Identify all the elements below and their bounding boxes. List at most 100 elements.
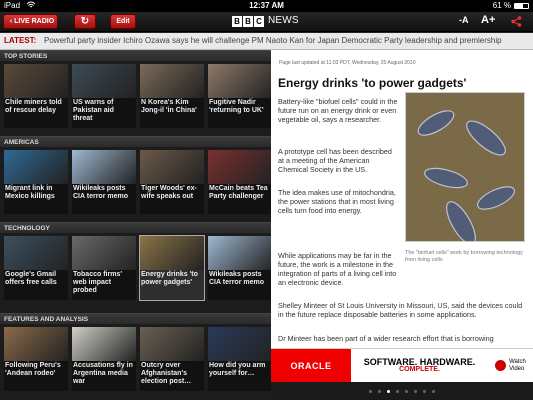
story-tile[interactable]: US warns of Pakistan aid threat xyxy=(72,64,136,128)
section-features: FEATURES AND ANALYSIS Following Peru's '… xyxy=(0,313,272,394)
ad-subline: COMPLETE. xyxy=(399,365,440,373)
story-tile[interactable]: How did you arm yourself for… xyxy=(208,327,272,391)
article-paragraph: Dr Minteer has been part of a wider rese… xyxy=(278,334,494,343)
story-caption: Fugitive Nadir 'returning to UK' xyxy=(209,99,264,114)
article-paragraph: The idea makes use of mitochondria, the … xyxy=(278,188,396,215)
story-tile[interactable]: Fugitive Nadir 'returning to UK' xyxy=(208,64,272,128)
battery-percent: 61 % xyxy=(492,1,511,10)
live-radio-button[interactable]: ‹ LIVE RADIO xyxy=(3,14,58,29)
page-dot[interactable] xyxy=(369,389,372,393)
latest-ticker[interactable]: LATEST: Powerful party insider Ichiro Oz… xyxy=(0,33,533,50)
oracle-logo: ORACLE xyxy=(271,348,351,383)
article-paragraph: Battery-like "biofuel cells" could in th… xyxy=(278,97,398,124)
story-thumbnail xyxy=(72,150,136,184)
page-dot[interactable] xyxy=(396,389,399,393)
clock: 12:37 AM xyxy=(249,1,284,10)
story-thumbnail xyxy=(208,64,272,98)
page-dot[interactable] xyxy=(423,389,426,393)
story-thumbnail xyxy=(140,64,204,98)
watch-label: Watch xyxy=(509,358,526,365)
section-title: AMERICAS xyxy=(0,136,271,147)
section-top-stories: TOP STORIES Chile miners told of rescue … xyxy=(0,50,272,131)
story-thumbnail xyxy=(140,327,204,361)
story-tile[interactable]: N Korea's Kim Jong-il 'in China' xyxy=(140,64,204,128)
page-dot[interactable] xyxy=(432,389,435,393)
article-title: Energy drinks 'to power gadgets' xyxy=(278,76,467,90)
story-thumbnail xyxy=(72,327,136,361)
story-tile[interactable]: Wikileaks posts CIA terror memo xyxy=(208,236,272,300)
refresh-button[interactable]: ↻ xyxy=(74,14,96,29)
ticker-text[interactable]: Powerful party insider Ichiro Ozawa says… xyxy=(44,36,502,45)
section-technology: TECHNOLOGY Google's Gmail offers free ca… xyxy=(0,222,272,303)
article-paragraph: A prototype cell has been described at a… xyxy=(278,147,392,174)
section-title: TECHNOLOGY xyxy=(0,222,271,233)
story-caption: Tobacco firms' web impact probed xyxy=(73,271,122,294)
toolbar: ‹ LIVE RADIO ↻ Edit B B C NEWS -A A+ xyxy=(0,12,533,32)
story-caption: Tiger Woods' ex-wife speaks out xyxy=(141,185,197,200)
story-tile[interactable]: Following Peru's 'Andean rodeo' xyxy=(4,327,68,391)
story-caption: McCain beats Tea Party challenger xyxy=(209,185,268,200)
story-thumbnail xyxy=(140,236,204,270)
edit-button[interactable]: Edit xyxy=(110,14,136,29)
photo-caption: The "biofuel cells" work by borrowing te… xyxy=(405,250,523,263)
story-caption: Wikileaks posts CIA terror memo xyxy=(209,271,264,286)
story-grid: TOP STORIES Chile miners told of rescue … xyxy=(0,50,272,400)
section-title: TOP STORIES xyxy=(0,50,271,61)
battery-icon xyxy=(514,3,529,9)
story-tile[interactable]: Tiger Woods' ex-wife speaks out xyxy=(140,150,204,214)
story-tile[interactable]: McCain beats Tea Party challenger xyxy=(208,150,272,214)
story-caption: Following Peru's 'Andean rodeo' xyxy=(5,362,61,377)
page-dot[interactable] xyxy=(378,389,381,393)
story-caption: US warns of Pakistan aid threat xyxy=(73,99,114,122)
story-caption: How did you arm yourself for… xyxy=(209,362,266,377)
status-bar: iPad 12:37 AM 61 % xyxy=(0,0,533,12)
page-dot[interactable] xyxy=(405,389,408,393)
story-tile[interactable]: Chile miners told of rescue delay xyxy=(4,64,68,128)
story-thumbnail xyxy=(72,236,136,270)
last-updated: Page last updated at 11:03 PDT, Wednesda… xyxy=(279,60,416,66)
play-icon xyxy=(495,360,507,371)
story-caption: Google's Gmail offers free calls xyxy=(5,271,57,286)
watch-video-button[interactable]: Watch Video xyxy=(488,349,533,383)
story-tile[interactable]: Wikileaks posts CIA terror memo xyxy=(72,150,136,214)
share-icon[interactable] xyxy=(511,16,522,27)
video-label: Video xyxy=(509,365,525,372)
news-wordmark: NEWS xyxy=(268,15,299,26)
refresh-icon: ↻ xyxy=(80,16,90,27)
story-tile[interactable]: Tobacco firms' web impact probed xyxy=(72,236,136,300)
font-decrease-button[interactable]: -A xyxy=(459,15,469,25)
story-tile[interactable]: Google's Gmail offers free calls xyxy=(4,236,68,300)
page-dot[interactable] xyxy=(387,389,390,393)
bbc-logo: B B C xyxy=(232,16,264,27)
story-thumbnail xyxy=(140,150,204,184)
logo-letter: C xyxy=(254,16,264,27)
ad-text: SOFTWARE. HARDWARE. COMPLETE. xyxy=(351,356,488,374)
story-tile[interactable]: Outcry over Afghanistan's election post… xyxy=(140,327,204,391)
page-dot[interactable] xyxy=(414,389,417,393)
story-thumbnail xyxy=(4,150,68,184)
story-tile[interactable]: Accusations fly in Argentina media war xyxy=(72,327,136,391)
story-thumbnail xyxy=(208,150,272,184)
section-title: FEATURES AND ANALYSIS xyxy=(0,313,271,324)
story-thumbnail xyxy=(72,64,136,98)
story-caption: Migrant link in Mexico killings xyxy=(5,185,55,200)
story-caption: Energy drinks 'to power gadgets' xyxy=(141,271,198,286)
font-increase-button[interactable]: A+ xyxy=(481,14,495,26)
story-tile[interactable]: Migrant link in Mexico killings xyxy=(4,150,68,214)
article-paragraph: Shelley Minteer of St Louis University i… xyxy=(278,301,523,319)
story-caption: Chile miners told of rescue delay xyxy=(5,99,62,114)
ad-headline: SOFTWARE. HARDWARE. xyxy=(363,356,476,367)
page-indicator[interactable] xyxy=(271,382,533,400)
logo-letter: B xyxy=(232,16,242,27)
article-photo xyxy=(405,92,525,242)
story-thumbnail xyxy=(208,236,272,270)
story-tile[interactable]: Energy drinks 'to power gadgets' xyxy=(139,235,205,301)
story-thumbnail xyxy=(4,236,68,270)
article-paragraph: While applications may be far in the fut… xyxy=(278,251,397,287)
section-americas: AMERICAS Migrant link in Mexico killings… xyxy=(0,136,272,217)
ticker-label: LATEST: xyxy=(4,36,37,45)
story-caption: N Korea's Kim Jong-il 'in China' xyxy=(141,99,197,114)
logo-letter: B xyxy=(243,16,253,27)
story-caption: Outcry over Afghanistan's election post… xyxy=(141,362,192,385)
ad-banner[interactable]: ORACLE SOFTWARE. HARDWARE. COMPLETE. Wat… xyxy=(271,348,533,383)
